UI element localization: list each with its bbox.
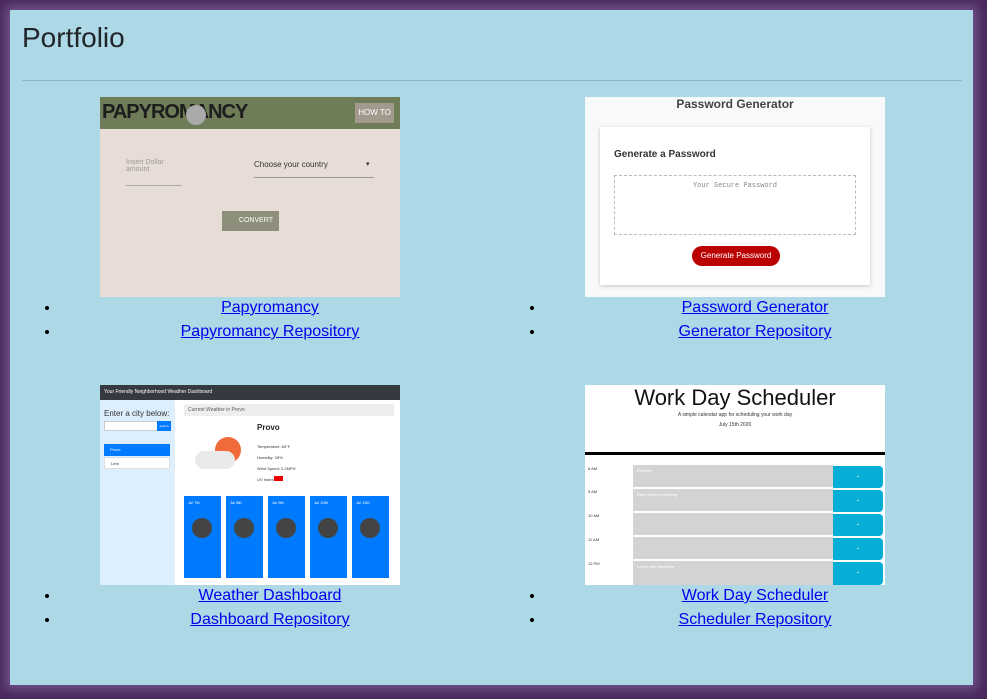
papyromancy-repo-link[interactable]: Papyromancy Repository [60, 320, 480, 344]
preview-date: July 15th 2020 [718, 422, 752, 428]
password-generator-app-link[interactable]: Password Generator [545, 296, 965, 320]
preview-current-label: Current Weather in Provo [184, 404, 394, 416]
preview-logo: PAPYROMANCY [102, 101, 248, 123]
papyromancy-preview[interactable]: PAPYROMANCY HOW TO Insert Dollar amount … [100, 97, 400, 297]
preview-header-border [585, 452, 885, 455]
preview-hour-label: 10 AM [588, 513, 600, 518]
preview-hour-label: 8 AM [588, 466, 598, 471]
preview-time-entry: Exercise [637, 468, 653, 473]
preview-search-label: Enter a city below: [104, 409, 170, 418]
preview-card-title: Generate a Password [614, 149, 716, 160]
password-generator-links: Password Generator Generator Repository [545, 296, 965, 344]
work-day-scheduler-preview[interactable]: Work Day Scheduler A simple calendar app… [585, 385, 885, 585]
preview-city-item: Provo [104, 444, 170, 456]
weather-dashboard-repo-link[interactable]: Dashboard Repository [60, 608, 480, 632]
preview-city-item: Lehi [104, 457, 170, 469]
preview-forecast-date: Jul 9th [272, 500, 284, 505]
weather-dashboard-preview[interactable]: Your Friendly Neighborhood Weather Dashb… [100, 385, 400, 585]
preview-country-select: Choose your country [254, 160, 374, 178]
preview-detail: Humidity: 28% [257, 455, 283, 460]
weather-icon [192, 518, 212, 538]
weather-icon [276, 518, 296, 538]
preview-forecast-date: Jul 11th [356, 500, 370, 505]
chevron-down-icon: ▾ [366, 161, 370, 168]
preview-time-entry: Lunch with Business [637, 564, 674, 569]
save-icon: ▪ [833, 514, 883, 536]
preview-time-entry: Early Morning Meeting [637, 492, 678, 497]
save-icon: ▪ [833, 490, 883, 512]
preview-forecast-date: Jul 10th [314, 500, 329, 505]
preview-forecast-date: Jul 7th [188, 500, 200, 505]
weather-icon [234, 518, 254, 538]
save-icon: ▪ [833, 466, 883, 488]
preview-search-button: search [157, 421, 171, 431]
page-title: Portfolio [22, 22, 125, 53]
list-item: Dashboard Repository [60, 608, 480, 632]
save-icon: ▪ [833, 562, 883, 585]
money-bag-icon [186, 105, 206, 125]
work-day-scheduler-repo-link[interactable]: Scheduler Repository [545, 608, 965, 632]
preview-convert-button: CONVERT [222, 211, 279, 231]
preview-hour-label: 12 PM [588, 561, 600, 566]
preview-city-name: Provo [257, 423, 280, 432]
list-item: Password Generator [545, 296, 965, 320]
password-generator-preview[interactable]: Password Generator Generate a Password Y… [585, 97, 885, 297]
preview-time-block [633, 465, 833, 488]
list-item: Generator Repository [545, 320, 965, 344]
work-day-scheduler-app-link[interactable]: Work Day Scheduler [545, 584, 965, 608]
weather-dashboard-links: Weather Dashboard Dashboard Repository [60, 584, 480, 632]
list-item: Papyromancy Repository [60, 320, 480, 344]
papyromancy-links: Papyromancy Papyromancy Repository [60, 296, 480, 344]
preview-textarea-placeholder: Your Secure Password [692, 182, 777, 190]
preview-time-block [633, 513, 833, 536]
preview-time-block [633, 537, 833, 560]
weather-icon [318, 518, 338, 538]
weather-dashboard-app-link[interactable]: Weather Dashboard [60, 584, 480, 608]
portfolio-page: Portfolio PAPYROMANCY HOW TO Insert Doll… [10, 10, 973, 685]
weather-icon [360, 518, 380, 538]
password-generator-repo-link[interactable]: Generator Repository [545, 320, 965, 344]
title-divider [22, 80, 962, 81]
list-item: Scheduler Repository [545, 608, 965, 632]
preview-title: Work Day Scheduler [634, 385, 836, 410]
save-icon: ▪ [833, 538, 883, 560]
uv-index-badge [274, 476, 283, 481]
list-item: Weather Dashboard [60, 584, 480, 608]
preview-search-input [104, 421, 158, 431]
papyromancy-app-link[interactable]: Papyromancy [60, 296, 480, 320]
list-item: Work Day Scheduler [545, 584, 965, 608]
preview-forecast-date: Jul 8th [230, 500, 242, 505]
list-item: Papyromancy [60, 296, 480, 320]
preview-header: Your Friendly Neighborhood Weather Dashb… [100, 385, 400, 400]
preview-hour-label: 9 AM [588, 489, 598, 494]
preview-dollar-input: Insert Dollar amount [126, 159, 182, 186]
preview-heading: Password Generator [676, 97, 794, 111]
preview-subtitle: A simple calendar app for scheduling you… [677, 412, 793, 418]
cloud-icon [195, 451, 235, 469]
work-day-scheduler-links: Work Day Scheduler Scheduler Repository [545, 584, 965, 632]
preview-howto-button: HOW TO [355, 103, 394, 123]
preview-detail: Temperature: 84°F [257, 444, 291, 449]
preview-generate-button: Generate Password [692, 246, 780, 266]
preview-hour-label: 11 AM [588, 537, 600, 542]
preview-detail: Wind Speed: 2.2MPH [257, 466, 296, 471]
preview-detail: UV Index: [257, 477, 275, 482]
